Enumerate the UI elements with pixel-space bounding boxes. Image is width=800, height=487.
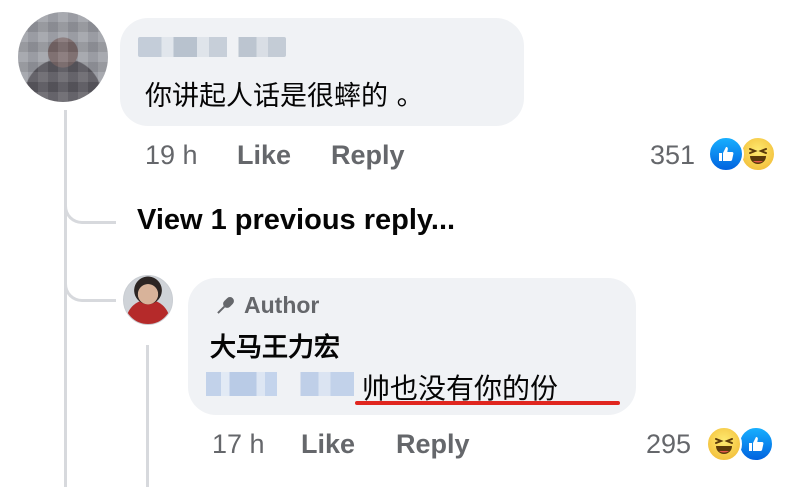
haha-icon[interactable] — [740, 136, 776, 172]
redacted-commenter-name — [138, 37, 286, 57]
thumbs-up-icon — [719, 147, 734, 161]
comment-timestamp[interactable]: 19 h — [145, 140, 198, 171]
comment-like-button[interactable]: Like — [237, 140, 291, 171]
like-icon[interactable] — [738, 426, 774, 462]
thread-line-reply — [146, 345, 149, 487]
laughing-face-icon — [715, 438, 733, 454]
comment-reply-button[interactable]: Reply — [331, 140, 405, 171]
thread-curve-reply — [64, 260, 116, 302]
thread-line-main — [64, 110, 67, 487]
view-previous-replies-link[interactable]: View 1 previous reply... — [137, 204, 455, 237]
thread-curve-view-previous — [64, 180, 116, 224]
haha-icon[interactable] — [706, 426, 742, 462]
reply-author-name[interactable]: 大马王力宏 — [210, 327, 340, 364]
microphone-icon — [217, 296, 234, 314]
reply-reaction-count[interactable]: 295 — [646, 429, 691, 460]
comment-text: 你讲起人话是很蟀的 。 — [145, 81, 424, 112]
red-underline-annotation — [355, 401, 620, 405]
author-badge-row: Author — [212, 292, 319, 319]
author-badge-label: Author — [244, 292, 320, 318]
commenter-avatar[interactable] — [18, 12, 108, 102]
reply-like-button[interactable]: Like — [301, 429, 355, 460]
author-avatar[interactable] — [123, 275, 173, 325]
thumbs-up-icon — [749, 437, 764, 451]
comment-reaction-count[interactable]: 351 — [650, 140, 695, 171]
redacted-mention — [206, 372, 354, 396]
reply-timestamp[interactable]: 17 h — [212, 429, 265, 460]
reply-reply-button[interactable]: Reply — [396, 429, 470, 460]
laughing-face-icon — [749, 148, 767, 164]
like-icon[interactable] — [708, 136, 744, 172]
